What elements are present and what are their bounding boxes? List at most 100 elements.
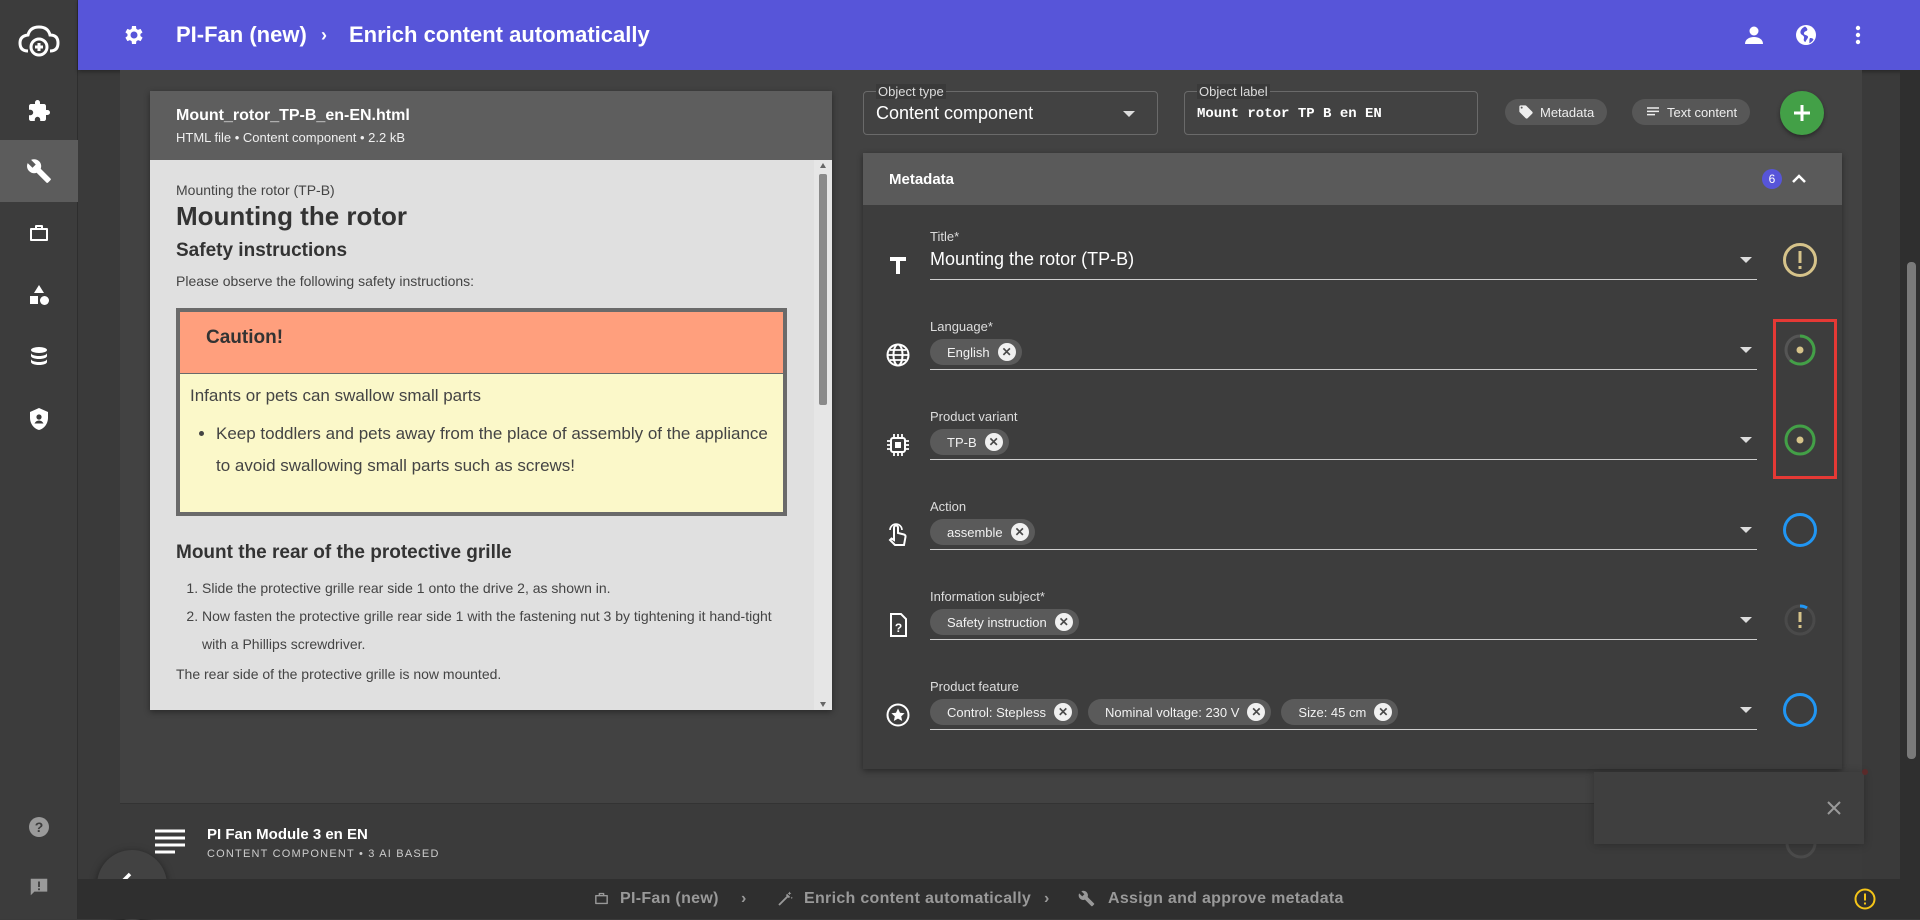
shapes-icon[interactable]	[0, 264, 78, 326]
object-type-select[interactable]: Object type Content component	[863, 84, 1158, 135]
bottom-crumb-page[interactable]: Enrich content automatically	[804, 879, 1031, 919]
chevron-up-icon[interactable]	[1791, 172, 1807, 186]
globe-icon	[886, 343, 910, 367]
chevron-down-icon[interactable]	[1740, 347, 1752, 353]
metadata-panel-header[interactable]: Metadata 6	[863, 153, 1842, 205]
field-underline	[930, 369, 1757, 370]
chip-remove-icon[interactable]: ✕	[1054, 613, 1073, 631]
metadata-button[interactable]: Metadata	[1505, 99, 1608, 125]
bottom-breadcrumb-bar: PI-Fan (new) › Enrich content automatica…	[78, 879, 1920, 919]
database-icon[interactable]	[0, 326, 78, 388]
settings-icon[interactable]	[122, 23, 146, 47]
close-icon[interactable]	[1826, 800, 1842, 816]
doc-result: The rear side of the protective grille i…	[176, 666, 502, 682]
status-empty-icon[interactable]	[1781, 511, 1819, 549]
chip[interactable]: assemble ✕	[930, 519, 1035, 545]
help-icon[interactable]: ?	[0, 796, 78, 858]
briefcase-icon	[595, 892, 608, 905]
shield-user-icon[interactable]	[0, 388, 78, 450]
chip-remove-icon[interactable]: ✕	[1054, 703, 1072, 721]
cloud-add-icon[interactable]	[0, 10, 78, 72]
text-content-button[interactable]: Text content	[1632, 99, 1751, 125]
doc-pre-title: Mounting the rotor (TP-B)	[176, 182, 335, 198]
field-label: Information subject*	[930, 589, 1045, 604]
field-underline	[930, 279, 1757, 280]
chevron-down-icon[interactable]	[1740, 257, 1752, 263]
doc-safety-intro: Please observe the following safety inst…	[176, 273, 475, 289]
bottom-crumb-separator: ›	[741, 890, 747, 907]
chip[interactable]: Safety instruction ✕	[930, 609, 1079, 635]
title-value[interactable]: Mounting the rotor (TP-B)	[930, 249, 1134, 270]
object-label-label: Object label	[1197, 84, 1270, 99]
text-lines-icon	[1647, 107, 1659, 116]
scroll-up-arrow[interactable]	[820, 163, 826, 168]
page-scrollbar[interactable]	[1900, 70, 1920, 879]
field-label: Product variant	[930, 409, 1018, 424]
chip-remove-icon[interactable]: ✕	[1374, 703, 1393, 721]
object-label-value: Mount rotor TP B en EN	[1197, 106, 1382, 122]
chip-label: Control: Stepless	[947, 704, 1046, 720]
status-empty-icon[interactable]	[1781, 691, 1819, 729]
chip[interactable]: Nominal voltage: 230 V ✕	[1088, 699, 1272, 725]
text-content-button-label: Text content	[1667, 104, 1738, 120]
chip-list: English ✕	[930, 339, 1022, 365]
chip-remove-icon[interactable]: ✕	[1010, 523, 1029, 541]
doc-step: Now fasten the protective grille rear si…	[202, 602, 786, 658]
highlight-box	[1773, 319, 1837, 479]
metadata-button-label: Metadata	[1540, 104, 1595, 120]
bottom-crumb-project[interactable]: PI-Fan (new)	[620, 879, 719, 919]
chip-list: assemble ✕	[930, 519, 1035, 545]
component-subtitle: CONTENT COMPONENT • 3 AI BASED	[207, 848, 440, 860]
metadata-row-language: Language* English ✕	[863, 305, 1842, 395]
chevron-down-icon[interactable]	[1740, 707, 1752, 713]
chip-label: Size: 45 cm	[1298, 704, 1367, 720]
briefcase-icon[interactable]	[0, 202, 78, 264]
metadata-row-product-feature: Product feature Control: Stepless ✕ Nomin…	[863, 665, 1842, 755]
metadata-title: Metadata	[889, 171, 955, 188]
scroll-down-arrow[interactable]	[820, 702, 826, 707]
content-preview-card: Mount_rotor_TP-B_en-EN.html HTML file • …	[150, 91, 832, 710]
wrench-icon[interactable]	[0, 140, 78, 202]
account-icon[interactable]	[1742, 23, 1766, 47]
chip[interactable]: English ✕	[930, 339, 1022, 365]
wrench-icon	[1078, 890, 1095, 907]
chevron-down-icon[interactable]	[1740, 437, 1752, 443]
breadcrumb-project[interactable]: PI-Fan (new)	[176, 0, 307, 70]
chip-remove-icon[interactable]: ✕	[1247, 703, 1266, 721]
preview-document: Mounting the rotor (TP-B) Mounting the r…	[150, 160, 812, 710]
scroll-thumb[interactable]	[819, 174, 827, 405]
more-menu-icon[interactable]	[1846, 23, 1870, 47]
caution-bullet: Keep toddlers and pets away from the pla…	[216, 418, 773, 482]
doc-title: Mounting the rotor	[176, 201, 408, 231]
toast-indicator	[1862, 769, 1868, 775]
metadata-panel: Metadata 6 Title* Mounting the rotor (TP…	[863, 153, 1842, 769]
feedback-icon[interactable]	[0, 856, 78, 918]
status-pending-icon[interactable]	[1781, 601, 1819, 639]
chip[interactable]: Size: 45 cm ✕	[1281, 699, 1399, 725]
warning-status-icon[interactable]	[1854, 888, 1876, 910]
chip[interactable]: Control: Stepless ✕	[930, 699, 1078, 725]
chevron-down-icon[interactable]	[1740, 527, 1752, 533]
field-label: Product feature	[930, 679, 1019, 694]
puzzle-icon[interactable]	[0, 80, 78, 142]
chip-label: Safety instruction	[947, 614, 1047, 630]
page-scroll-thumb[interactable]	[1907, 262, 1916, 759]
preview-scrollbar[interactable]	[814, 160, 832, 710]
caution-box: Caution! Infants or pets can swallow sma…	[176, 308, 787, 516]
chip-label: English	[947, 344, 990, 360]
object-label-field[interactable]: Object label Mount rotor TP B en EN	[1184, 84, 1478, 135]
chip[interactable]: TP-B ✕	[930, 429, 1009, 455]
chip-remove-icon[interactable]: ✕	[997, 343, 1016, 361]
metadata-row-information-subject: ? Information subject* Safety instructio…	[863, 575, 1842, 665]
field-label: Language*	[930, 319, 993, 334]
chevron-down-icon[interactable]	[1740, 617, 1752, 623]
caution-title: Caution!	[180, 312, 783, 374]
chip-remove-icon[interactable]: ✕	[984, 433, 1003, 451]
sidebar: ?	[0, 0, 78, 919]
doc-heading-grille: Mount the rear of the protective grille	[176, 542, 512, 563]
status-warning-icon[interactable]	[1781, 241, 1819, 279]
plus-icon	[1794, 105, 1810, 121]
globe-icon[interactable]	[1794, 23, 1818, 47]
add-button[interactable]	[1780, 91, 1824, 135]
file-name: Mount_rotor_TP-B_en-EN.html	[176, 107, 410, 124]
